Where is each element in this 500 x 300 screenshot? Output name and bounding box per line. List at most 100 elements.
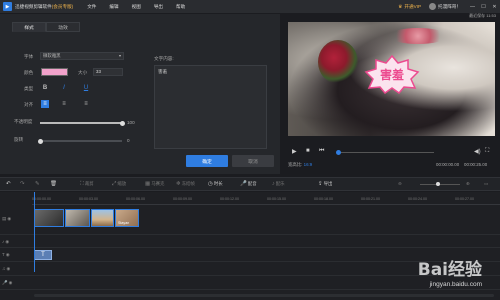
minimize-icon[interactable]: — — [467, 4, 478, 10]
chevron-down-icon: ▾ — [118, 53, 121, 58]
redo-button[interactable]: ↷ — [20, 181, 26, 187]
music-button[interactable]: ♪配乐 — [272, 181, 285, 187]
timeline-scrollbar[interactable] — [34, 294, 494, 297]
text-content-input[interactable]: 害羞 — [154, 65, 267, 149]
menu-edit[interactable]: 编辑 — [109, 4, 118, 10]
app-title: 迅捷视频剪辑软件(会员专版) — [15, 3, 74, 9]
crop-button[interactable]: ⛶裁剪 — [80, 181, 94, 188]
stop-icon[interactable]: ■ — [306, 148, 310, 154]
duration-button[interactable]: ◷时长 — [208, 181, 223, 187]
tab-style[interactable]: 样式 — [12, 22, 46, 32]
rotate-value: 0 — [127, 138, 130, 143]
align-label: 对齐 — [24, 102, 34, 107]
export-icon: ⇪ — [318, 181, 323, 187]
user-name[interactable]: 托漫阵哥！ — [438, 4, 461, 10]
export-label: 导出 — [323, 181, 333, 186]
title-bar: ▶ 迅捷视频剪辑软件(会员专版) 文件 编辑 视图 导出 帮助 ♛ 开通VIP 托… — [0, 0, 500, 13]
total-time: 00:00:25.00 — [464, 162, 488, 167]
zoom-button[interactable]: ⤢缩放 — [112, 181, 126, 188]
sticker-text: 害羞 — [379, 68, 404, 82]
menu-export[interactable]: 导出 — [154, 4, 163, 10]
ratio-value: 16:9 — [303, 162, 313, 167]
save-time: 最近保存 11:53 — [469, 13, 496, 18]
tick-label: 00:00:03.00 — [79, 197, 98, 201]
video-clip[interactable] — [91, 209, 114, 227]
underline-icon[interactable]: U — [82, 84, 90, 92]
text-content-label: 文字内容: — [154, 56, 174, 61]
color-label: 颜色 — [24, 70, 34, 75]
timeline-zoom-slider[interactable] — [420, 184, 460, 185]
undo-button[interactable]: ↶ — [6, 181, 12, 187]
volume-icon[interactable]: ◀) — [474, 148, 481, 155]
zoom-out-icon[interactable]: ⊖ — [398, 181, 402, 187]
time-ruler[interactable]: 00:00:00.00 00:00:03.00 00:00:06.00 00:0… — [32, 195, 500, 205]
video-clip[interactable] — [34, 209, 64, 227]
vip-button[interactable]: ♛ 开通VIP — [398, 4, 421, 10]
video-clip[interactable] — [65, 209, 90, 227]
color-swatch[interactable] — [41, 68, 68, 76]
tick-label: 00:00:21.00 — [361, 197, 380, 201]
music-icon: ♪ — [272, 181, 275, 187]
rotate-label: 旋转 — [14, 137, 24, 142]
size-label: 大小 — [78, 70, 88, 75]
opacity-slider-knob[interactable] — [119, 120, 125, 126]
align-right-icon[interactable]: ≡ — [82, 100, 90, 108]
delete-button[interactable]: 🗑 — [50, 181, 58, 187]
crown-icon: ♛ — [398, 3, 403, 9]
tab-motion[interactable]: 动效 — [46, 22, 80, 32]
freeze-button[interactable]: ❄冻结帧 — [176, 181, 195, 187]
freeze-label: 冻结帧 — [181, 181, 195, 186]
crop-icon: ⛶ — [80, 181, 84, 187]
cancel-button[interactable]: 取消 — [232, 155, 274, 167]
opacity-slider[interactable] — [40, 120, 125, 126]
playhead[interactable] — [34, 192, 35, 272]
timeline-zoom-knob[interactable] — [436, 182, 440, 186]
mosaic-button[interactable]: ▦马赛克 — [145, 181, 164, 187]
watermark: Bai经验 jingyan.baidu.com — [418, 255, 482, 288]
font-value: 微软雅黑 — [43, 53, 61, 58]
menu-file[interactable]: 文件 — [87, 4, 96, 10]
edit-button[interactable]: ✎ — [35, 181, 41, 187]
tick-label: 00:00:09.00 — [173, 197, 192, 201]
export-button[interactable]: ⇪导出 — [318, 181, 332, 187]
progress-knob[interactable] — [336, 150, 341, 155]
menu-bar: 文件 编辑 视图 导出 帮助 — [87, 4, 198, 10]
font-select[interactable]: 微软雅黑 ▾ — [40, 52, 124, 60]
mosaic-label: 马赛克 — [151, 181, 165, 186]
fit-icon[interactable]: ▭ — [484, 181, 488, 187]
flower-crown-image — [388, 28, 448, 44]
close-icon[interactable]: ✕ — [489, 4, 500, 10]
zoom-in-icon[interactable]: ⊕ — [466, 181, 470, 187]
align-center-icon[interactable]: ≡ — [60, 100, 68, 108]
tick-label: 00:00:12.00 — [220, 197, 239, 201]
video-clip[interactable]: Stayan — [115, 209, 139, 227]
trash-icon: 🗑 — [50, 181, 57, 187]
rotate-slider-knob[interactable] — [37, 138, 43, 144]
music-label: 配乐 — [275, 181, 285, 186]
maximize-icon[interactable]: ☐ — [478, 4, 489, 10]
duration-label: 时长 — [213, 181, 223, 186]
text-sticker[interactable]: 害羞 — [363, 54, 421, 95]
align-left-icon[interactable]: ≡ — [41, 100, 49, 108]
ok-button[interactable]: 确定 — [186, 155, 228, 167]
play-icon[interactable]: ▶ — [292, 148, 297, 155]
avatar[interactable] — [429, 3, 437, 10]
redo-icon: ↷ — [20, 181, 25, 187]
zoom-label: 缩放 — [117, 181, 127, 186]
aspect-ratio[interactable]: 宽高比: 16:9 — [288, 162, 312, 168]
bold-icon[interactable]: B — [41, 84, 49, 92]
fullscreen-icon[interactable]: ⛶ — [485, 148, 489, 155]
mic-icon: 🎤 — [240, 181, 247, 187]
menu-view[interactable]: 视图 — [132, 4, 141, 10]
size-input[interactable]: 33 — [93, 68, 123, 76]
video-track-icon: ▤ ◉ — [2, 216, 12, 221]
video-preview[interactable]: 害羞 — [288, 22, 495, 136]
voiceover-button[interactable]: 🎤配音 — [240, 181, 257, 187]
text-clip[interactable]: T — [34, 250, 52, 260]
rotate-slider[interactable] — [37, 138, 122, 144]
progress-bar[interactable] — [338, 152, 434, 153]
italic-icon[interactable]: I — [60, 84, 68, 92]
voice-track-icon: 🎤 ◉ — [2, 280, 13, 285]
prev-frame-icon[interactable]: ⏮ — [319, 148, 324, 155]
menu-help[interactable]: 帮助 — [176, 4, 185, 10]
